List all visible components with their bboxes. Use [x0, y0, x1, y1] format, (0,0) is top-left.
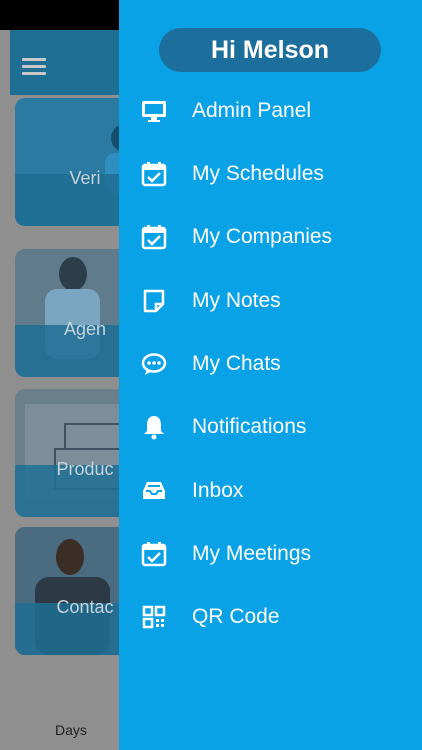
inbox-icon: [139, 476, 169, 506]
menu-item-label: My Companies: [192, 225, 333, 248]
greeting-pill: Hi Melson: [159, 28, 381, 72]
menu-item-admin-panel[interactable]: Admin Panel: [119, 86, 422, 136]
menu-item-my-schedules[interactable]: My Schedules: [119, 149, 422, 199]
bottom-tab-label[interactable]: Days: [55, 722, 87, 738]
menu-item-label: My Notes: [192, 289, 281, 312]
menu-item-label: My Schedules: [192, 162, 324, 185]
qr-code-icon: [139, 602, 169, 632]
menu-item-my-meetings[interactable]: My Meetings: [119, 529, 422, 579]
calendar-check-icon: [139, 222, 169, 252]
note-icon: [139, 286, 169, 316]
menu-item-label: My Chats: [192, 352, 281, 375]
side-drawer: Hi Melson Admin Panel My Schedules My Co…: [119, 0, 422, 750]
hamburger-menu-icon[interactable]: [22, 58, 56, 80]
calendar-check-icon: [139, 539, 169, 569]
monitor-icon: [139, 96, 169, 126]
menu-item-inbox[interactable]: Inbox: [119, 466, 422, 516]
menu-item-label: Admin Panel: [192, 99, 312, 122]
chat-bubble-icon: [139, 349, 169, 379]
menu-item-my-notes[interactable]: My Notes: [119, 276, 422, 326]
menu-item-label: Inbox: [192, 479, 244, 502]
calendar-check-icon: [139, 159, 169, 189]
menu-item-label: Notifications: [192, 415, 307, 438]
menu-item-my-chats[interactable]: My Chats: [119, 339, 422, 389]
menu-item-label: My Meetings: [192, 542, 312, 565]
bell-icon: [139, 412, 169, 442]
menu-item-label: QR Code: [192, 605, 280, 628]
menu-item-notifications[interactable]: Notifications: [119, 402, 422, 452]
menu-item-my-companies[interactable]: My Companies: [119, 212, 422, 262]
menu-item-qr-code[interactable]: QR Code: [119, 592, 422, 642]
